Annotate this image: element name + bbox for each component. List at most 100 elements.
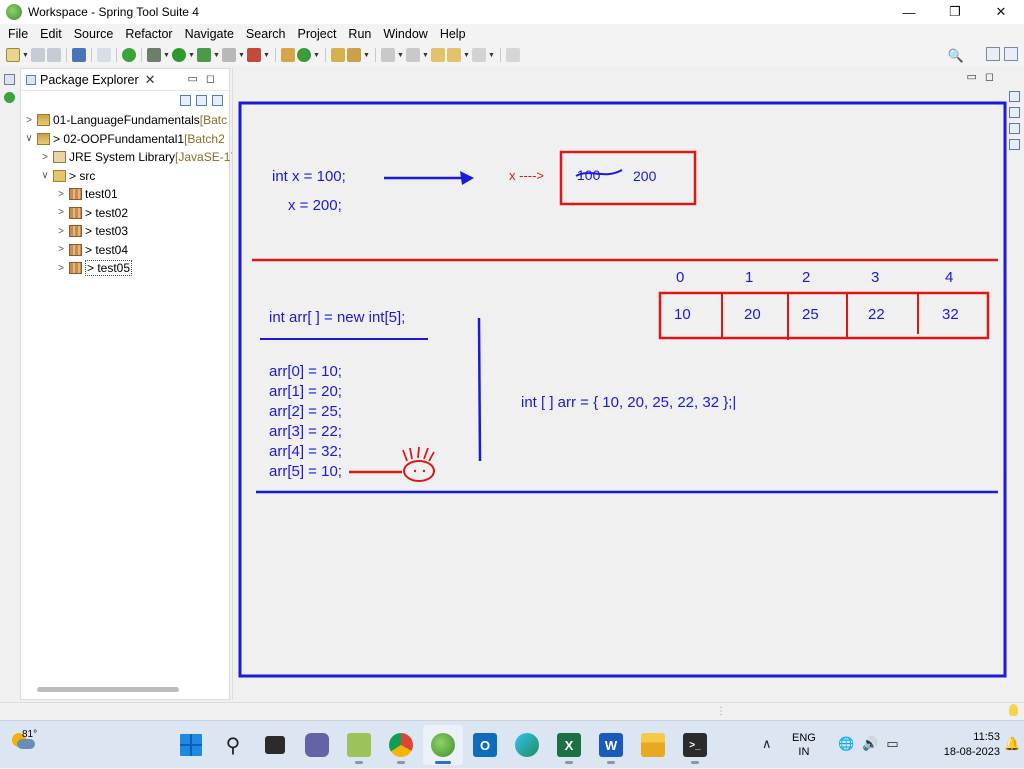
tree-item[interactable]: ∨ > 02-OOPFundamental1 [Batch2: [23, 130, 224, 148]
outline-icon[interactable]: [1009, 91, 1020, 102]
restore-icon[interactable]: [4, 74, 15, 85]
new-class-icon[interactable]: [297, 48, 311, 62]
previous-annotation-icon[interactable]: [406, 48, 420, 62]
view-menu-icon[interactable]: [212, 94, 223, 106]
close-icon[interactable]: ✕: [145, 72, 156, 88]
edge-button[interactable]: [507, 725, 547, 765]
menu-file[interactable]: File: [2, 27, 34, 41]
chevron-right-icon[interactable]: >: [55, 263, 67, 274]
save-all-icon[interactable]: [47, 48, 61, 62]
menu-run[interactable]: Run: [342, 27, 377, 41]
terminal-icon[interactable]: [72, 48, 86, 62]
search-icon[interactable]: 🔍: [948, 48, 964, 64]
chevron-down-icon[interactable]: ▼: [163, 52, 170, 59]
tree-item[interactable]: > > test03: [55, 222, 128, 240]
outlook-button[interactable]: O: [465, 725, 505, 765]
view-min-max-icon[interactable]: ▭◻: [187, 72, 223, 85]
pin-editor-icon[interactable]: [506, 48, 520, 62]
menu-navigate[interactable]: Navigate: [179, 27, 240, 41]
forward-icon[interactable]: [472, 48, 486, 62]
problems-icon[interactable]: [1009, 139, 1020, 150]
menu-window[interactable]: Window: [377, 27, 433, 41]
save-icon[interactable]: [31, 48, 45, 62]
menu-help[interactable]: Help: [434, 27, 472, 41]
menu-edit[interactable]: Edit: [34, 27, 68, 41]
tree-item[interactable]: > JRE System Library [JavaSE-17: [39, 148, 237, 166]
skip-breakpoints-icon[interactable]: [97, 48, 111, 62]
boot-dashboard-icon[interactable]: [4, 92, 15, 103]
run-icon[interactable]: [172, 48, 186, 62]
chevron-down-icon[interactable]: ▼: [263, 52, 270, 59]
chevron-down-icon[interactable]: ▼: [188, 52, 195, 59]
chevron-down-icon[interactable]: ▼: [22, 52, 29, 59]
tray-status-icons[interactable]: 🌐 🔊 ▭: [838, 736, 899, 752]
last-edit-location-icon[interactable]: [431, 48, 445, 62]
tree-item[interactable]: >01-LanguageFundamentals [Batc: [23, 111, 227, 129]
chevron-right-icon[interactable]: >: [55, 244, 67, 255]
notification-icon[interactable]: 🔔: [1004, 736, 1020, 752]
back-icon[interactable]: [447, 48, 461, 62]
excel-button[interactable]: X: [549, 725, 589, 765]
java-perspective-icon[interactable]: [1004, 47, 1018, 61]
chevron-right-icon[interactable]: >: [39, 152, 51, 163]
terminal-button[interactable]: >_: [675, 725, 715, 765]
boot-dashboard-icon[interactable]: [122, 48, 136, 62]
debug-icon[interactable]: [147, 48, 161, 62]
external-tools-icon[interactable]: [247, 48, 261, 62]
notepad-plus-button[interactable]: [339, 725, 379, 765]
open-task-icon[interactable]: [347, 48, 361, 62]
spring-tool-suite-button[interactable]: [423, 725, 463, 765]
chevron-down-icon[interactable]: ▼: [363, 52, 370, 59]
chevron-down-icon[interactable]: ▼: [463, 52, 470, 59]
chevron-right-icon[interactable]: >: [55, 207, 67, 218]
taskbar-search-button[interactable]: ⚲: [213, 725, 253, 765]
open-perspective-icon[interactable]: [986, 47, 1000, 61]
word-button[interactable]: W: [591, 725, 631, 765]
minimize-button[interactable]: —: [886, 0, 932, 24]
tree-item[interactable]: > > test04: [55, 241, 128, 259]
menu-search[interactable]: Search: [240, 27, 292, 41]
new-java-project-icon[interactable]: [281, 48, 295, 62]
chevron-right-icon[interactable]: >: [55, 226, 67, 237]
menu-refactor[interactable]: Refactor: [119, 27, 178, 41]
tree-item[interactable]: > > test02: [55, 204, 128, 222]
input-language[interactable]: ENG IN: [792, 731, 816, 759]
menu-source[interactable]: Source: [68, 27, 120, 41]
task-list-icon[interactable]: [1009, 123, 1020, 134]
coverage-icon[interactable]: [197, 48, 211, 62]
link-with-editor-icon[interactable]: [196, 94, 207, 106]
explorer-hscrollbar[interactable]: [37, 687, 179, 692]
chevron-down-icon[interactable]: ∨: [39, 170, 51, 181]
chevron-down-icon[interactable]: ▼: [238, 52, 245, 59]
tree-item[interactable]: ∨ > src: [39, 167, 95, 185]
start-button[interactable]: [171, 725, 211, 765]
tree-item[interactable]: > > test05: [55, 259, 133, 277]
clock[interactable]: 11:53 18-08-2023: [914, 730, 1000, 760]
next-annotation-icon[interactable]: [381, 48, 395, 62]
chevron-up-icon[interactable]: ∧: [762, 736, 772, 752]
chrome-button[interactable]: [381, 725, 421, 765]
tree-item[interactable]: > test01: [55, 185, 118, 203]
stop-icon[interactable]: [222, 48, 236, 62]
chevron-right-icon[interactable]: >: [55, 189, 67, 200]
chevron-down-icon[interactable]: ▼: [397, 52, 404, 59]
close-button[interactable]: ✕: [978, 0, 1024, 24]
chevron-right-icon[interactable]: >: [23, 115, 35, 126]
file-explorer-button[interactable]: [633, 725, 673, 765]
chevron-down-icon[interactable]: ▼: [213, 52, 220, 59]
spring-symbols-icon[interactable]: [1009, 107, 1020, 118]
weather-widget[interactable]: 81°: [8, 729, 42, 761]
tip-bulb-icon[interactable]: [1009, 704, 1018, 716]
task-view-button[interactable]: [255, 725, 295, 765]
chevron-down-icon[interactable]: ▼: [422, 52, 429, 59]
new-icon[interactable]: [6, 48, 20, 62]
chevron-down-icon[interactable]: ∨: [23, 133, 35, 144]
collapse-all-icon[interactable]: [180, 94, 191, 106]
menu-project[interactable]: Project: [292, 27, 343, 41]
chevron-down-icon[interactable]: ▼: [488, 52, 495, 59]
chevron-down-icon[interactable]: ▼: [313, 52, 320, 59]
teams-button[interactable]: [297, 725, 337, 765]
package-explorer-tab[interactable]: Package Explorer ✕ ▭◻: [21, 69, 229, 91]
editor-min-max-icon[interactable]: ▭◻: [966, 70, 1002, 83]
maximize-button[interactable]: ❐: [932, 0, 978, 24]
